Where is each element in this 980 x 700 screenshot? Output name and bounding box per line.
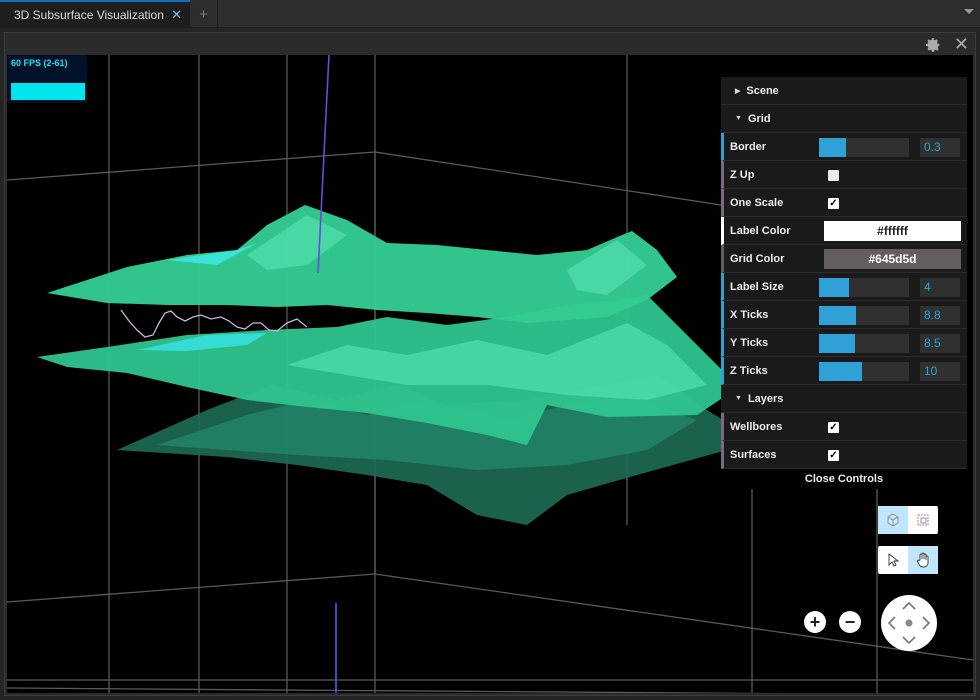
control-label-color: Label Color #ffffff bbox=[721, 217, 967, 245]
tab-close-icon[interactable]: ✕ bbox=[171, 7, 182, 23]
hand-pan-icon[interactable] bbox=[908, 546, 938, 574]
nav-pad-icon[interactable] bbox=[881, 595, 937, 651]
slider-fill bbox=[819, 278, 849, 297]
control-label: Border bbox=[730, 141, 767, 153]
slider-fill bbox=[819, 306, 856, 325]
label-size-input[interactable]: 4 bbox=[920, 278, 960, 297]
panel-header: ✕ bbox=[5, 33, 975, 55]
control-label: Label Size bbox=[730, 281, 784, 293]
panel-close-icon[interactable]: ✕ bbox=[954, 35, 969, 53]
control-label: X Ticks bbox=[730, 309, 769, 321]
control-surfaces: Surfaces ✓ bbox=[721, 441, 967, 469]
folder-scene-label: Scene bbox=[746, 84, 779, 97]
control-label: Surfaces bbox=[730, 449, 777, 461]
x-ticks-input[interactable]: 8.8 bbox=[920, 306, 960, 325]
chevron-right-icon: ▶ bbox=[735, 87, 741, 95]
surfaces-checkbox[interactable]: ✓ bbox=[828, 450, 839, 461]
control-z-up: Z Up bbox=[721, 161, 967, 189]
border-input[interactable]: 0.3 bbox=[920, 138, 960, 157]
control-border: Border 0.3 bbox=[721, 133, 967, 161]
folder-layers-label: Layers bbox=[747, 392, 784, 405]
folder-scene[interactable]: ▶ Scene bbox=[721, 77, 967, 105]
folder-grid[interactable]: ▼ Grid bbox=[721, 105, 967, 133]
z-ticks-input[interactable]: 10 bbox=[920, 362, 960, 381]
slider-fill bbox=[819, 334, 855, 353]
control-label: Z Up bbox=[730, 169, 755, 181]
control-one-scale: One Scale ✓ bbox=[721, 189, 967, 217]
control-y-ticks: Y Ticks 8.5 bbox=[721, 329, 967, 357]
zoom-out-icon[interactable]: − bbox=[839, 611, 861, 633]
control-label: Label Color bbox=[730, 225, 791, 237]
fps-monitor: 60 FPS (2-61) bbox=[7, 55, 87, 103]
z-ticks-slider[interactable] bbox=[819, 362, 909, 381]
interaction-toolbox bbox=[878, 546, 938, 574]
control-label: Z Ticks bbox=[730, 365, 768, 377]
control-x-ticks: X Ticks 8.8 bbox=[721, 301, 967, 329]
pointer-icon[interactable] bbox=[878, 546, 908, 574]
zoom-in-icon[interactable]: + bbox=[804, 611, 826, 633]
label-color-swatch[interactable]: #ffffff bbox=[824, 221, 961, 241]
y-ticks-slider[interactable] bbox=[819, 334, 909, 353]
view-mode-toolbox bbox=[878, 506, 938, 534]
y-ticks-input[interactable]: 8.5 bbox=[920, 334, 960, 353]
control-wellbores: Wellbores ✓ bbox=[721, 413, 967, 441]
fps-label: 60 FPS (2-61) bbox=[11, 58, 68, 68]
control-grid-color: Grid Color #645d5d bbox=[721, 245, 967, 273]
z-up-checkbox[interactable] bbox=[828, 170, 839, 181]
visualization-panel: ✕ 60 FPS (2-61) ▶ Scene ▼ Grid Border 0.… bbox=[4, 32, 976, 696]
gear-icon[interactable] bbox=[925, 37, 941, 53]
slider-fill bbox=[819, 138, 846, 157]
control-label: Wellbores bbox=[730, 421, 783, 433]
control-label-size: Label Size 4 bbox=[721, 273, 967, 301]
tab-3d-subsurface[interactable]: 3D Subsurface Visualization ✕ bbox=[0, 0, 190, 28]
cube-view-icon[interactable] bbox=[878, 506, 908, 534]
x-ticks-slider[interactable] bbox=[819, 306, 909, 325]
chevron-down-icon: ▼ bbox=[735, 115, 742, 122]
folder-layers[interactable]: ▼ Layers bbox=[721, 385, 967, 413]
folder-grid-label: Grid bbox=[747, 112, 771, 125]
chevron-down-icon: ▼ bbox=[735, 395, 742, 402]
box-select-icon[interactable] bbox=[908, 506, 938, 534]
grid-color-swatch[interactable]: #645d5d bbox=[824, 249, 961, 269]
tab-menu-chevron-down-icon[interactable] bbox=[964, 9, 974, 14]
control-label: One Scale bbox=[730, 197, 784, 209]
control-label: Y Ticks bbox=[730, 337, 769, 349]
slider-fill bbox=[819, 362, 863, 381]
wellbores-checkbox[interactable]: ✓ bbox=[828, 422, 839, 433]
controls-panel: ▶ Scene ▼ Grid Border 0.3 Z Up One Scale ✓… bbox=[721, 77, 967, 489]
one-scale-checkbox[interactable]: ✓ bbox=[828, 198, 839, 209]
fps-level-bar bbox=[11, 83, 85, 100]
border-slider[interactable] bbox=[819, 138, 909, 157]
label-size-slider[interactable] bbox=[819, 278, 909, 297]
tab-bar: 3D Subsurface Visualization ✕ + bbox=[0, 0, 980, 28]
tab-title: 3D Subsurface Visualization bbox=[14, 8, 164, 22]
control-label: Grid Color bbox=[730, 253, 785, 265]
new-tab-button[interactable]: + bbox=[190, 0, 218, 28]
close-controls-button[interactable]: Close Controls bbox=[721, 469, 967, 489]
control-z-ticks: Z Ticks 10 bbox=[721, 357, 967, 385]
3d-viewport[interactable]: 60 FPS (2-61) ▶ Scene ▼ Grid Border 0.3 Z … bbox=[7, 55, 973, 693]
